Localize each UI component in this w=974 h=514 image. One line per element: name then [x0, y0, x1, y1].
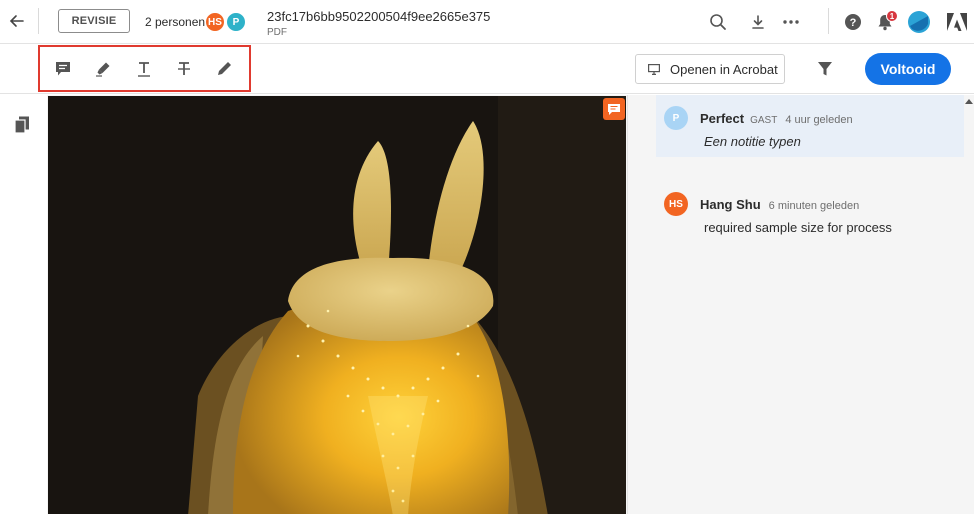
- divider: [828, 8, 829, 34]
- pages-icon[interactable]: [12, 115, 34, 137]
- comment-author: Hang Shu: [700, 197, 761, 212]
- open-in-acrobat-label: Openen in Acrobat: [670, 61, 778, 77]
- comment-item[interactable]: HS Hang Shu 6 minuten geleden required sa…: [656, 181, 964, 243]
- notification-badge: 1: [886, 10, 898, 22]
- divider: [38, 8, 39, 34]
- strikethrough-tool-icon[interactable]: [172, 57, 196, 81]
- people-count[interactable]: 2 personen: [145, 15, 205, 29]
- filter-icon[interactable]: [813, 57, 837, 81]
- comment-body: Een notitie typen: [704, 134, 801, 149]
- comment-item[interactable]: P Perfect GAST 4 uur geleden Een notitie t…: [656, 95, 964, 157]
- highlight-tool-icon[interactable]: [91, 57, 115, 81]
- done-button[interactable]: Voltooid: [865, 53, 951, 85]
- adobe-logo-icon[interactable]: [945, 10, 969, 34]
- back-arrow-icon[interactable]: [6, 10, 28, 32]
- profile-avatar[interactable]: [907, 10, 931, 34]
- text-underline-tool-icon[interactable]: [132, 57, 156, 81]
- search-icon[interactable]: [706, 10, 730, 34]
- left-rail: [0, 95, 47, 514]
- monitor-icon: [648, 63, 660, 75]
- scrollbar[interactable]: [965, 95, 974, 514]
- help-icon[interactable]: ?: [841, 10, 865, 34]
- avatar-p[interactable]: P: [226, 12, 246, 32]
- comment-author: Perfect: [700, 111, 745, 126]
- svg-text:?: ?: [850, 17, 857, 29]
- revisie-button[interactable]: REVISIE: [58, 9, 130, 33]
- comment-pin-icon[interactable]: [603, 98, 625, 120]
- download-icon[interactable]: [746, 10, 770, 34]
- comments-panel: P Perfect GAST 4 uur geleden Een notitie t…: [627, 95, 974, 514]
- comment-role: GAST: [750, 115, 778, 126]
- comment-tool-icon[interactable]: [51, 57, 75, 81]
- more-icon[interactable]: [779, 10, 803, 34]
- document-type: PDF: [267, 27, 287, 38]
- avatar-hs[interactable]: HS: [205, 12, 225, 32]
- comment-time: 4 uur geleden: [785, 114, 853, 126]
- comment-avatar: P: [664, 106, 688, 130]
- comment-body: required sample size for process: [704, 220, 892, 235]
- document-page-image: [48, 96, 626, 514]
- top-bar: REVISIE 2 personen HS P 23fc17b6bb950220…: [0, 0, 974, 44]
- document-title: 23fc17b6bb9502200504f9ee2665e375: [267, 9, 491, 24]
- annotation-toolbar: Openen in Acrobat Voltooid: [0, 45, 974, 94]
- document-viewer[interactable]: [47, 95, 627, 514]
- comment-time: 6 minuten geleden: [768, 200, 860, 212]
- comment-avatar: HS: [664, 192, 688, 216]
- draw-tool-icon[interactable]: [212, 57, 236, 81]
- comment-header: Hang Shu 6 minuten geleden: [700, 197, 859, 212]
- comment-header: Perfect GAST 4 uur geleden: [700, 111, 853, 126]
- open-in-acrobat-button[interactable]: Openen in Acrobat: [635, 54, 785, 84]
- scroll-up-arrow-icon[interactable]: [965, 99, 973, 104]
